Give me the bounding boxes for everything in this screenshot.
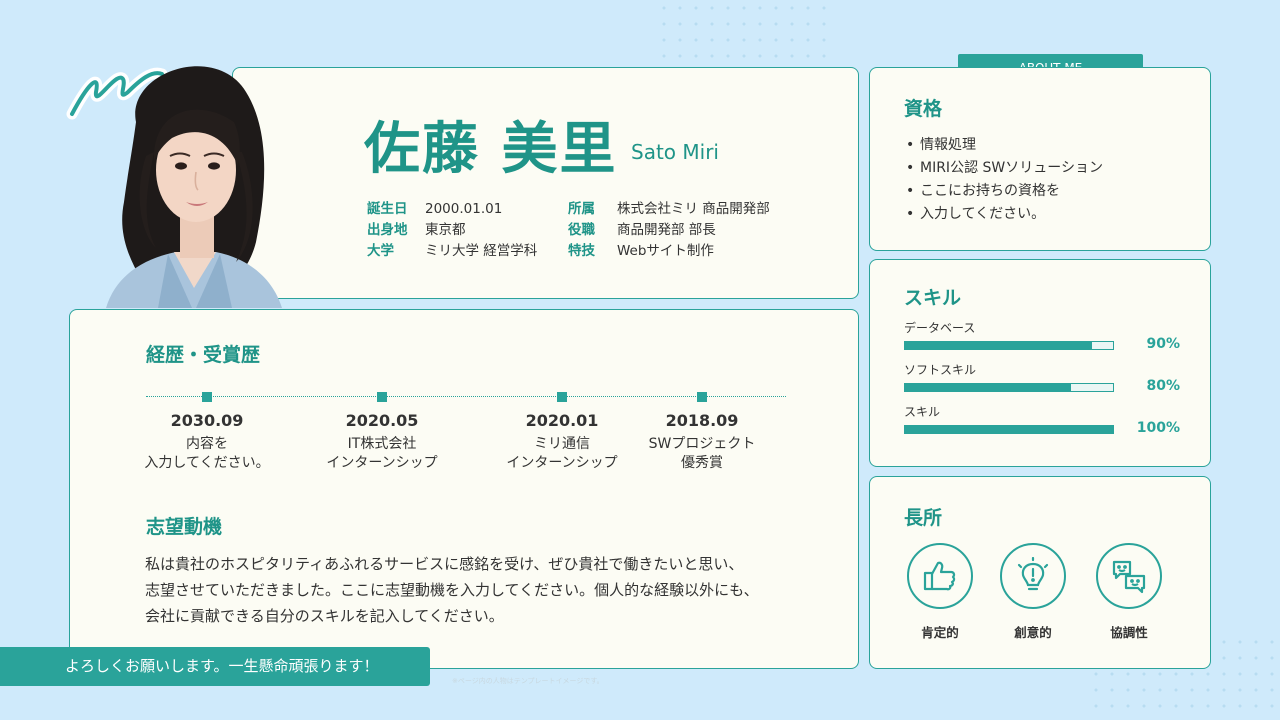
timeline-item: 2020.01 ミリ通信 インターンシップ bbox=[482, 392, 642, 473]
name-japanese: 佐藤 美里 bbox=[364, 117, 618, 182]
qualifications-card: 資格 情報処理 MIRI公認 SWソリューション ここにお持ちの資格を 入力して… bbox=[869, 67, 1211, 251]
skill-percent: 100% bbox=[1136, 420, 1180, 436]
timeline-date: 2030.09 bbox=[170, 411, 244, 430]
detail-value: 商品開発部 部長 bbox=[617, 222, 716, 238]
list-item: 情報処理 bbox=[906, 134, 1103, 157]
motivation-line: 会社に貢献できる自分のスキルを記入してください。 bbox=[145, 607, 504, 625]
detail-label: 大学 bbox=[367, 243, 394, 259]
skill-bar-fill bbox=[905, 426, 1113, 433]
skills-card: スキル データベース 90% ソフトスキル 80% スキル 100% bbox=[869, 259, 1211, 467]
timeline-description: ミリ通信 インターンシップ bbox=[506, 436, 618, 471]
career-card: 経歴・受賞歴 2030.09 内容を 入力してください。 2020.05 IT株式… bbox=[69, 309, 859, 669]
timeline-dot bbox=[202, 392, 212, 402]
timeline-date: 2020.05 bbox=[345, 411, 419, 430]
list-item-continuation: 入力してください。 bbox=[906, 203, 1103, 226]
skill-name: ソフトスキル bbox=[904, 363, 977, 377]
skill-name: データベース bbox=[904, 321, 976, 335]
skill-bar bbox=[904, 341, 1114, 350]
strength-item: 創意的 bbox=[1000, 543, 1066, 641]
profile-details-right: 所属 株式会社ミリ 商品開発部 役職 商品開発部 部長 特技 Webサイト制作 bbox=[568, 199, 770, 262]
skill-percent: 80% bbox=[1146, 378, 1180, 394]
detail-label: 誕生日 bbox=[367, 201, 408, 217]
timeline-item: 2030.09 内容を 入力してください。 bbox=[127, 392, 287, 473]
detail-label: 所属 bbox=[568, 201, 595, 217]
detail-row: 出身地 東京都 bbox=[367, 220, 537, 241]
timeline-date: 2020.01 bbox=[525, 411, 599, 430]
skill-name: スキル bbox=[904, 405, 941, 419]
timeline-dot bbox=[557, 392, 567, 402]
career-title: 経歴・受賞歴 bbox=[146, 344, 261, 366]
detail-label: 役職 bbox=[568, 222, 595, 238]
name-english: Sato Miri bbox=[631, 140, 719, 164]
timeline-item: 2018.09 SWプロジェクト 優秀賞 bbox=[622, 392, 782, 473]
footnote: ※ページ内の人物はテンプレートイメージです。 bbox=[452, 677, 604, 685]
footer-banner: よろしくお願いします。一生懸命頑張ります！ bbox=[0, 647, 430, 686]
detail-row: 誕生日 2000.01.01 bbox=[367, 199, 537, 220]
skills-title: スキル bbox=[904, 287, 962, 309]
detail-value: Webサイト制作 bbox=[617, 243, 714, 259]
detail-value: 2000.01.01 bbox=[425, 201, 503, 217]
skill-bar bbox=[904, 425, 1114, 434]
list-item: ここにお持ちの資格を bbox=[906, 180, 1103, 203]
list-item: MIRI公認 SWソリューション bbox=[906, 157, 1103, 180]
timeline-description: SWプロジェクト 優秀賞 bbox=[648, 436, 756, 471]
strengths-title: 長所 bbox=[904, 507, 943, 529]
motivation-title: 志望動機 bbox=[146, 516, 223, 538]
profile-details-left: 誕生日 2000.01.01 出身地 東京都 大学 ミリ大学 経営学科 bbox=[367, 199, 537, 262]
detail-row: 大学 ミリ大学 経営学科 bbox=[367, 241, 537, 262]
skill-row: スキル 100% bbox=[904, 403, 1194, 436]
strength-label: 創意的 bbox=[1014, 625, 1052, 640]
chat-bubbles-icon bbox=[1096, 543, 1162, 609]
strength-item: 協調性 bbox=[1096, 543, 1162, 641]
motivation-text: 私は貴社のホスピタリティあふれるサービスに感銘を受け、ぜひ貴社で働きたいと思い、… bbox=[145, 551, 825, 629]
motivation-line: 志望させていただきました。ここに志望動機を入力してください。個人的な経験以外にも… bbox=[145, 581, 759, 599]
timeline-dot bbox=[697, 392, 707, 402]
lightbulb-icon bbox=[1000, 543, 1066, 609]
detail-label: 特技 bbox=[568, 243, 595, 259]
skill-row: ソフトスキル 80% bbox=[904, 361, 1194, 394]
timeline-description: 内容を 入力してください。 bbox=[144, 436, 270, 471]
detail-label: 出身地 bbox=[367, 222, 408, 238]
timeline-description: IT株式会社 インターンシップ bbox=[326, 436, 438, 471]
thumbs-up-icon bbox=[907, 543, 973, 609]
skill-bar-fill bbox=[905, 342, 1093, 349]
strength-label: 肯定的 bbox=[921, 625, 959, 640]
detail-value: 株式会社ミリ 商品開発部 bbox=[617, 201, 770, 217]
qualifications-title: 資格 bbox=[904, 98, 943, 120]
dot-pattern-top bbox=[656, 0, 832, 64]
detail-row: 特技 Webサイト制作 bbox=[568, 241, 770, 262]
skill-bar bbox=[904, 383, 1114, 392]
detail-row: 役職 商品開発部 部長 bbox=[568, 220, 770, 241]
timeline-date: 2018.09 bbox=[665, 411, 739, 430]
motivation-line: 私は貴社のホスピタリティあふれるサービスに感銘を受け、ぜひ貴社で働きたいと思い、 bbox=[145, 555, 744, 573]
profile-card: 佐藤 美里 Sato Miri 誕生日 2000.01.01 出身地 東京都 大学 ミ… bbox=[232, 67, 859, 299]
skill-row: データベース 90% bbox=[904, 319, 1194, 352]
detail-value: 東京都 bbox=[425, 222, 466, 238]
qualifications-list: 情報処理 MIRI公認 SWソリューション ここにお持ちの資格を 入力してくださ… bbox=[906, 134, 1103, 226]
detail-row: 所属 株式会社ミリ 商品開発部 bbox=[568, 199, 770, 220]
strength-item: 肯定的 bbox=[907, 543, 973, 641]
timeline-item: 2020.05 IT株式会社 インターンシップ bbox=[302, 392, 462, 473]
skill-bar-fill bbox=[905, 384, 1072, 391]
skill-percent: 90% bbox=[1146, 336, 1180, 352]
strength-label: 協調性 bbox=[1110, 625, 1148, 640]
strengths-card: 長所 肯定的 創意的 協調性 bbox=[869, 476, 1211, 669]
timeline-dot bbox=[377, 392, 387, 402]
profile-photo bbox=[106, 66, 282, 308]
detail-value: ミリ大学 経営学科 bbox=[425, 243, 538, 259]
